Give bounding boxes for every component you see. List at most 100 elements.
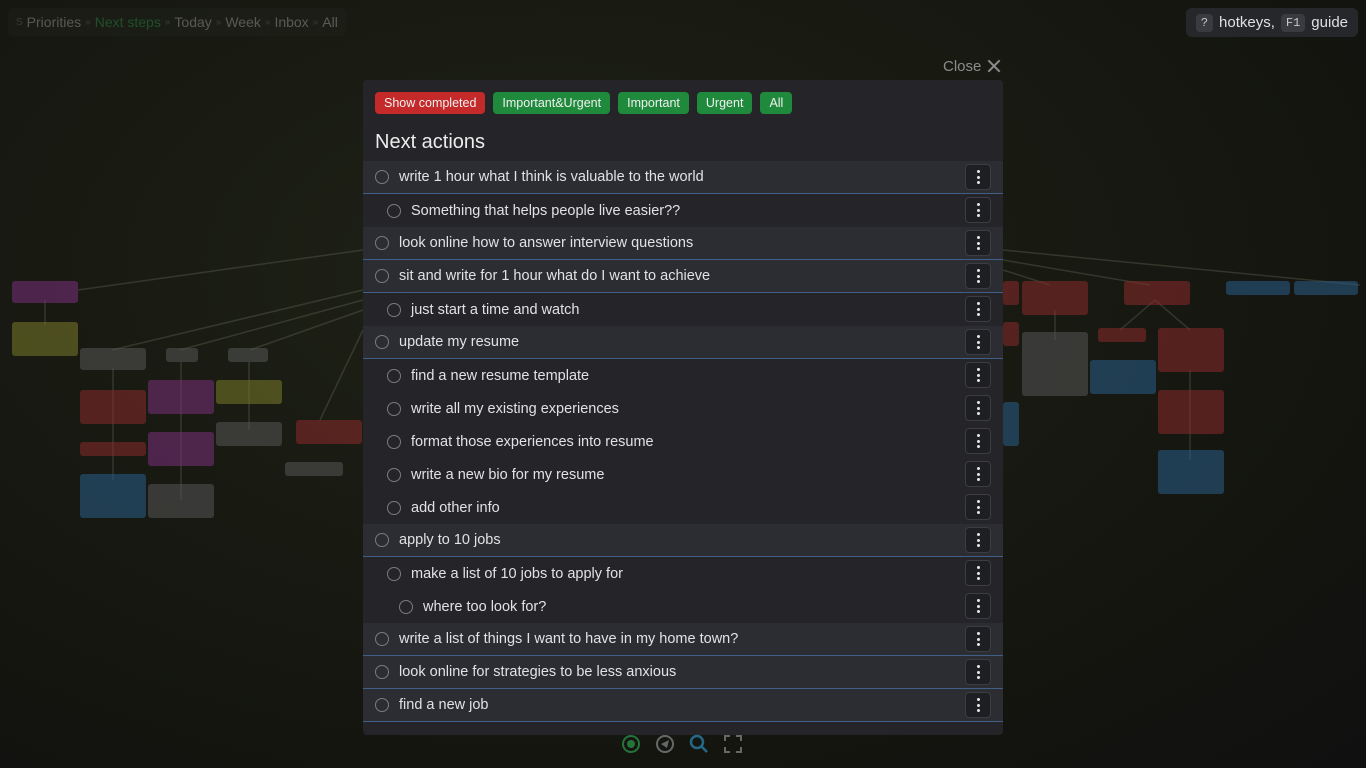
mindmap-node[interactable] — [1090, 360, 1156, 394]
task-text[interactable]: format those experiences into resume — [411, 434, 654, 450]
task-row[interactable]: look online how to answer interview ques… — [363, 227, 1003, 260]
vertical-dots-icon[interactable] — [965, 197, 991, 223]
task-checkbox[interactable] — [375, 665, 389, 679]
fullscreen-icon[interactable] — [723, 734, 743, 754]
task-row[interactable]: apply to 10 jobs — [363, 524, 1003, 557]
close-button[interactable]: Close — [943, 56, 1001, 76]
mindmap-node[interactable] — [166, 348, 198, 362]
mindmap-node[interactable] — [216, 380, 282, 404]
mindmap-node[interactable] — [148, 484, 214, 518]
task-text[interactable]: sit and write for 1 hour what do I want … — [399, 268, 710, 284]
task-row[interactable]: update my resume — [363, 326, 1003, 359]
nav-item-inbox[interactable]: Inbox — [274, 14, 308, 30]
task-text[interactable]: make a list of 10 jobs to apply for — [411, 566, 623, 582]
task-text[interactable]: apply to 10 jobs — [399, 532, 501, 548]
nav-item-next-steps[interactable]: Next steps — [95, 14, 161, 30]
task-checkbox[interactable] — [387, 368, 401, 383]
task-text[interactable]: find a new resume template — [411, 368, 589, 384]
mindmap-node[interactable] — [80, 390, 146, 424]
mindmap-node[interactable] — [1003, 402, 1019, 446]
mindmap-node[interactable] — [1124, 281, 1190, 305]
task-checkbox[interactable] — [375, 533, 389, 547]
task-row[interactable]: find a new resume template — [363, 359, 1003, 392]
target-icon[interactable] — [655, 734, 675, 754]
task-checkbox[interactable] — [387, 401, 401, 416]
task-text[interactable]: Something that helps people live easier?… — [411, 203, 680, 219]
task-text[interactable]: look online how to answer interview ques… — [399, 235, 693, 251]
nav-item-week[interactable]: Week — [225, 14, 261, 30]
task-row[interactable]: look online for strategies to be less an… — [363, 656, 1003, 689]
vertical-dots-icon[interactable] — [965, 560, 991, 586]
task-row[interactable]: Something that helps people live easier?… — [363, 194, 1003, 227]
show-completed-button[interactable]: Show completed — [375, 92, 486, 114]
hotkeys-help[interactable]: ? hotkeys, F1 guide — [1185, 8, 1358, 37]
task-row[interactable]: sit and write for 1 hour what do I want … — [363, 260, 1003, 293]
task-row[interactable]: add other info — [363, 491, 1003, 524]
urgent-filter-button[interactable]: Urgent — [696, 92, 753, 114]
mindmap-node[interactable] — [80, 348, 146, 370]
mindmap-node[interactable] — [148, 380, 214, 414]
vertical-dots-icon[interactable] — [965, 263, 991, 289]
vertical-dots-icon[interactable] — [965, 164, 991, 190]
task-text[interactable]: write a list of things I want to have in… — [399, 631, 738, 647]
task-row[interactable]: write 1 hour what I think is valuable to… — [363, 161, 1003, 194]
task-checkbox[interactable] — [375, 236, 389, 250]
task-checkbox[interactable] — [387, 203, 401, 218]
mindmap-node[interactable] — [12, 281, 78, 303]
task-checkbox[interactable] — [375, 170, 389, 184]
task-text[interactable]: find a new job — [399, 697, 488, 713]
task-checkbox[interactable] — [387, 500, 401, 515]
task-text[interactable]: update my resume — [399, 334, 519, 350]
mindmap-node[interactable] — [1294, 281, 1358, 295]
mindmap-node[interactable] — [296, 420, 362, 444]
mindmap-node[interactable] — [12, 322, 78, 356]
mindmap-node[interactable] — [1022, 281, 1088, 315]
mindmap-node[interactable] — [80, 474, 146, 518]
all-filter-button[interactable]: All — [760, 92, 793, 114]
nav-item-priorities[interactable]: Priorities — [27, 14, 81, 30]
vertical-dots-icon[interactable] — [965, 395, 991, 421]
vertical-dots-icon[interactable] — [965, 428, 991, 454]
mindmap-node[interactable] — [1158, 450, 1224, 494]
mindmap-node[interactable] — [1226, 281, 1290, 295]
task-text[interactable]: just start a time and watch — [411, 302, 579, 318]
task-text[interactable]: look online for strategies to be less an… — [399, 664, 676, 680]
mindmap-node[interactable] — [1003, 322, 1019, 346]
task-text[interactable]: write a new bio for my resume — [411, 467, 604, 483]
task-text[interactable]: write all my existing experiences — [411, 401, 619, 417]
mindmap-node[interactable] — [228, 348, 268, 362]
task-row[interactable]: just start a time and watch — [363, 293, 1003, 326]
task-row[interactable]: find a new job — [363, 689, 1003, 722]
vertical-dots-icon[interactable] — [965, 527, 991, 553]
mindmap-node[interactable] — [1158, 390, 1224, 434]
task-checkbox[interactable] — [375, 269, 389, 283]
vertical-dots-icon[interactable] — [965, 626, 991, 652]
vertical-dots-icon[interactable] — [965, 362, 991, 388]
vertical-dots-icon[interactable] — [965, 230, 991, 256]
task-row[interactable]: make a list of 10 jobs to apply for — [363, 557, 1003, 590]
mindmap-node[interactable] — [1158, 328, 1224, 372]
task-checkbox[interactable] — [375, 632, 389, 646]
task-checkbox[interactable] — [375, 698, 389, 712]
task-checkbox[interactable] — [387, 566, 401, 581]
important-urgent-filter-button[interactable]: Important&Urgent — [493, 92, 611, 114]
mindmap-node[interactable] — [80, 442, 146, 456]
task-row[interactable]: write a new bio for my resume — [363, 458, 1003, 491]
vertical-dots-icon[interactable] — [965, 296, 991, 322]
task-checkbox[interactable] — [375, 335, 389, 349]
task-text[interactable]: write 1 hour what I think is valuable to… — [399, 169, 704, 185]
task-checkbox[interactable] — [387, 302, 401, 317]
mindmap-node[interactable] — [148, 432, 214, 466]
task-row[interactable]: write all my existing experiences — [363, 392, 1003, 425]
vertical-dots-icon[interactable] — [965, 659, 991, 685]
mindmap-node[interactable] — [285, 462, 343, 476]
task-text[interactable]: where too look for? — [423, 599, 546, 615]
vertical-dots-icon[interactable] — [965, 461, 991, 487]
nav-item-all[interactable]: All — [322, 14, 338, 30]
important-filter-button[interactable]: Important — [618, 92, 689, 114]
mindmap-node[interactable] — [216, 422, 282, 446]
task-row[interactable]: write a list of things I want to have in… — [363, 623, 1003, 656]
task-checkbox[interactable] — [399, 599, 413, 614]
task-checkbox[interactable] — [387, 434, 401, 449]
add-circle-icon[interactable] — [621, 734, 641, 754]
